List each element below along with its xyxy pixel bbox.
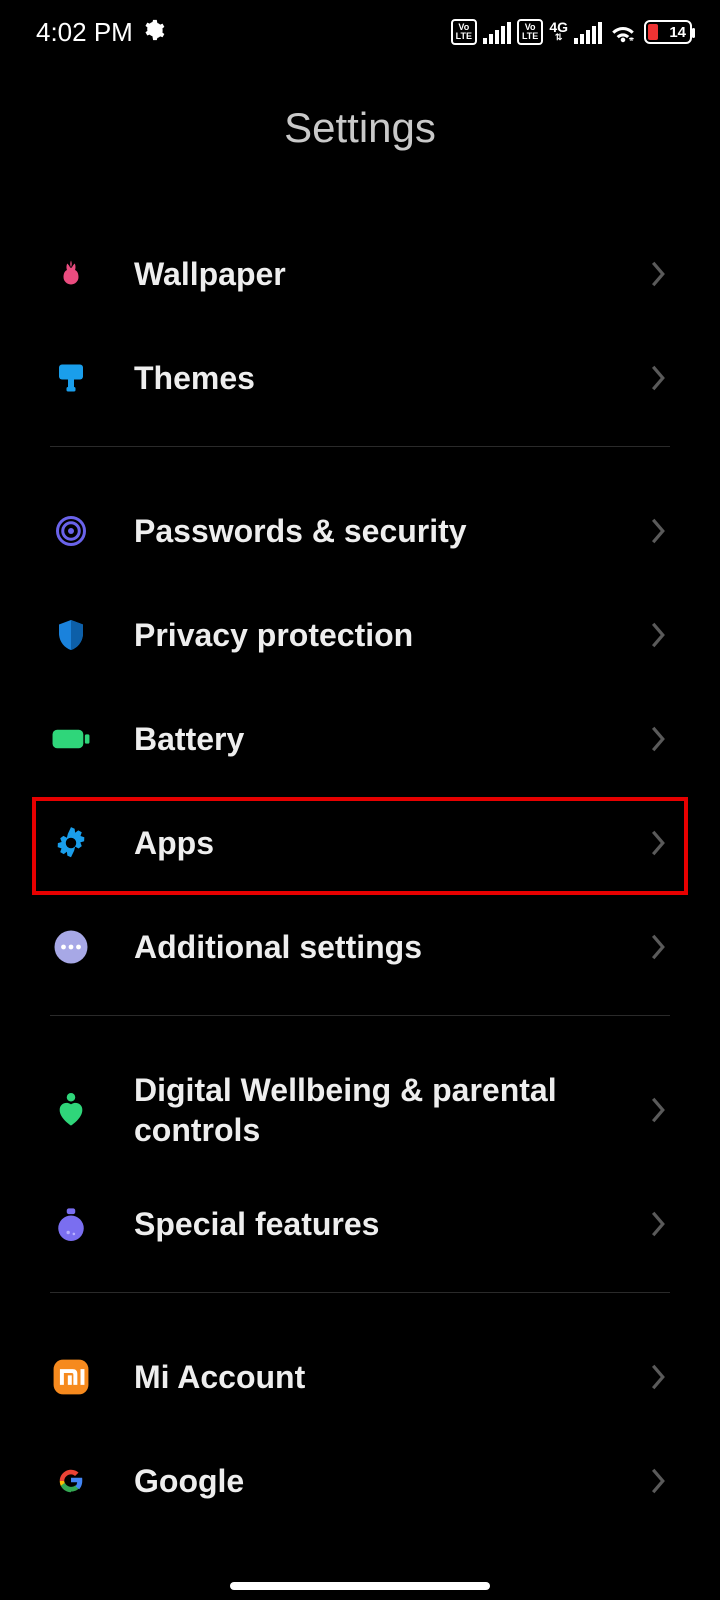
heart-person-icon <box>50 1089 92 1131</box>
row-passwords[interactable]: Passwords & security <box>0 479 720 583</box>
row-label: Mi Account <box>134 1357 646 1397</box>
row-wallpaper[interactable]: Wallpaper <box>0 222 720 326</box>
divider <box>50 1015 670 1016</box>
row-label: Passwords & security <box>134 511 646 551</box>
network-label: 4G <box>549 22 568 32</box>
row-label: Themes <box>134 358 646 398</box>
row-apps[interactable]: Apps <box>0 791 720 895</box>
signal-bars-icon <box>483 20 511 44</box>
row-themes[interactable]: Themes <box>0 326 720 430</box>
row-miaccount[interactable]: Mi Account <box>0 1325 720 1429</box>
gear-icon <box>50 822 92 864</box>
clock-text: 4:02 PM <box>36 17 133 48</box>
chevron-right-icon <box>646 366 670 390</box>
home-indicator[interactable] <box>230 1582 490 1590</box>
battery-icon: 14 <box>644 20 692 44</box>
divider <box>50 1292 670 1293</box>
row-label: Digital Wellbeing & parental controls <box>134 1070 646 1150</box>
dots-icon <box>50 926 92 968</box>
chevron-right-icon <box>646 623 670 647</box>
settings-list: Wallpaper Themes Passwords & security Pr… <box>0 222 720 1533</box>
brush-icon <box>50 357 92 399</box>
chevron-right-icon <box>646 831 670 855</box>
row-google[interactable]: Google <box>0 1429 720 1533</box>
chevron-right-icon <box>646 1098 670 1122</box>
row-label: Google <box>134 1461 646 1501</box>
chevron-right-icon <box>646 262 670 286</box>
status-left: 4:02 PM <box>36 17 165 48</box>
settings-gear-icon <box>143 17 165 48</box>
signal-bars-2-icon <box>574 20 602 44</box>
status-bar: 4:02 PM VoLTE VoLTE 4G⇅ 14 <box>0 0 720 64</box>
divider <box>50 446 670 447</box>
page-title: Settings <box>0 104 720 152</box>
row-additional[interactable]: Additional settings <box>0 895 720 999</box>
chevron-right-icon <box>646 1469 670 1493</box>
shield-icon <box>50 614 92 656</box>
row-label: Additional settings <box>134 927 646 967</box>
row-label: Battery <box>134 719 646 759</box>
flower-icon <box>50 253 92 295</box>
wifi-icon <box>608 20 638 44</box>
chevron-right-icon <box>646 935 670 959</box>
volte-icon: VoLTE <box>451 19 477 45</box>
fingerprint-icon <box>50 510 92 552</box>
chevron-right-icon <box>646 1365 670 1389</box>
chevron-right-icon <box>646 727 670 751</box>
battery-percent-text: 14 <box>669 24 686 41</box>
row-wellbeing[interactable]: Digital Wellbeing & parental controls <box>0 1048 720 1172</box>
network-4g-icon: 4G⇅ <box>549 22 568 42</box>
row-label: Special features <box>134 1204 646 1244</box>
row-label: Wallpaper <box>134 254 646 294</box>
row-label: Apps <box>134 823 646 863</box>
mi-icon <box>50 1356 92 1398</box>
battery-icon <box>50 718 92 760</box>
chevron-right-icon <box>646 519 670 543</box>
row-battery[interactable]: Battery <box>0 687 720 791</box>
row-privacy[interactable]: Privacy protection <box>0 583 720 687</box>
chevron-right-icon <box>646 1212 670 1236</box>
google-icon <box>50 1460 92 1502</box>
row-label: Privacy protection <box>134 615 646 655</box>
status-right: VoLTE VoLTE 4G⇅ 14 <box>451 19 692 45</box>
row-special[interactable]: Special features <box>0 1172 720 1276</box>
volte-icon-2: VoLTE <box>517 19 543 45</box>
flask-icon <box>50 1203 92 1245</box>
